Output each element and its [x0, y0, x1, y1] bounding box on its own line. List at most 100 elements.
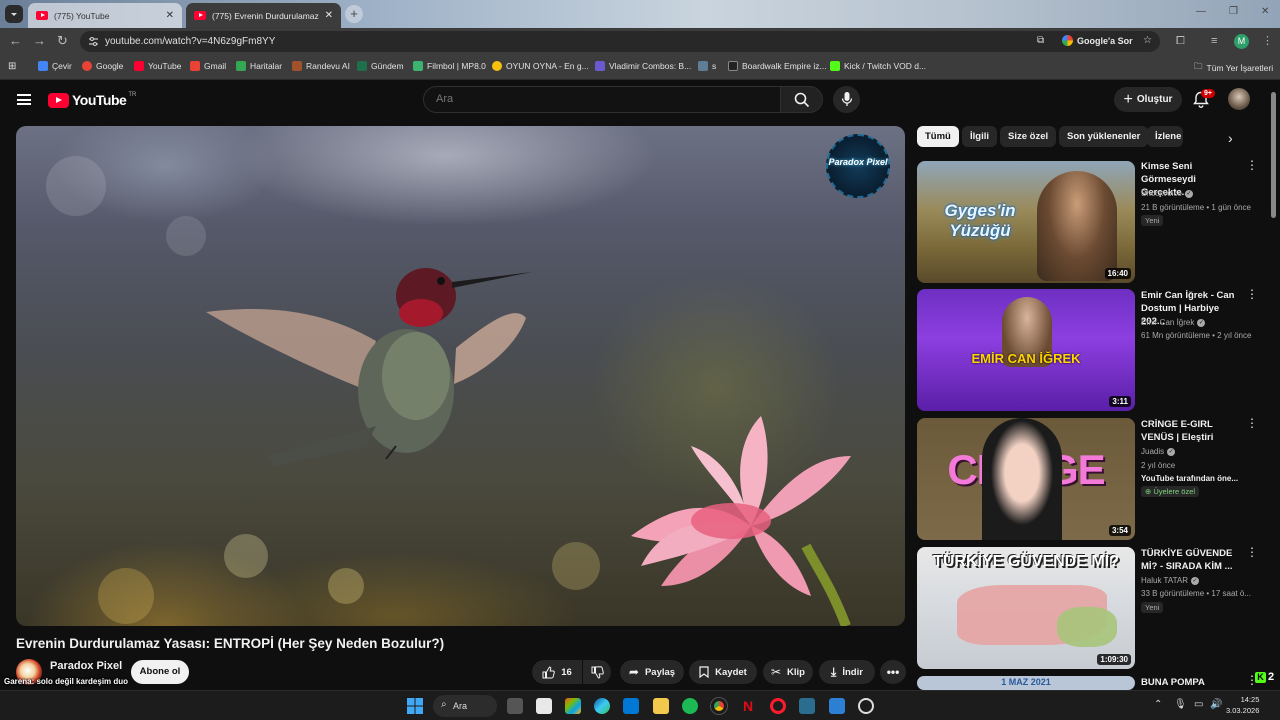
site-settings-icon[interactable]	[88, 36, 99, 47]
copilot-icon[interactable]	[565, 698, 581, 714]
bookmark-item[interactable]: Çevir	[38, 61, 72, 71]
bookmark-item[interactable]: Filmbol | MP8.0	[413, 61, 486, 71]
recommendation-channel[interactable]: Haluk TATAR ✓	[1141, 576, 1199, 585]
tab-search-button[interactable]	[5, 5, 23, 23]
back-icon[interactable]: ←	[9, 34, 22, 48]
more-vertical-icon[interactable]: ⋮	[1246, 546, 1258, 558]
clip-button[interactable]: ✂ Klip	[763, 660, 813, 684]
more-vertical-icon[interactable]: ⋮	[1246, 674, 1258, 686]
bookmark-item[interactable]: Boardwalk Empire iz...	[728, 61, 827, 71]
cast-icon[interactable]: ⧉	[1037, 35, 1044, 46]
ask-google-button[interactable]: Google'a Sor	[1062, 35, 1133, 46]
profile-avatar[interactable]: M	[1234, 34, 1249, 49]
address-bar[interactable]: youtube.com/watch?v=4N6z9gFm8YY ⧉ Google…	[80, 31, 1160, 52]
more-vertical-icon[interactable]: ⋮	[1246, 159, 1258, 171]
recommendation-thumbnail[interactable]: 1 MAZ 2021	[917, 676, 1135, 690]
hamburger-menu-icon[interactable]	[17, 94, 31, 105]
dislike-button[interactable]	[583, 660, 611, 684]
new-tab-button[interactable]: +	[345, 5, 363, 23]
minimize-icon[interactable]: —	[1196, 6, 1206, 17]
extensions-icon[interactable]: ⧠	[1176, 34, 1185, 48]
tab-current-video[interactable]: (775) Evrenin Durdurulamaz Ya ✕	[186, 3, 341, 28]
bookmark-item[interactable]: s	[698, 61, 716, 71]
recommendation-thumbnail[interactable]: TÜRKİYE GÜVENDE Mİ? 1:09:30	[917, 547, 1135, 669]
voice-search-button[interactable]	[833, 86, 860, 113]
page-scrollbar[interactable]	[1271, 92, 1276, 218]
file-explorer-icon[interactable]	[653, 698, 669, 714]
close-tab-icon[interactable]: ✕	[325, 10, 333, 21]
subscribe-button[interactable]: Abone ol	[131, 660, 189, 684]
settings-app-icon[interactable]	[858, 698, 874, 714]
chip-watched[interactable]: İzlene	[1147, 126, 1183, 147]
bookmark-item[interactable]: Haritalar	[236, 61, 282, 71]
create-button[interactable]: + Oluştur	[1114, 87, 1182, 112]
recommendation-channel[interactable]: Emir Can İğrek ✓	[1141, 318, 1206, 327]
task-view-icon[interactable]	[507, 698, 523, 714]
system-clock[interactable]: 14:25 3.03.2026	[1226, 694, 1259, 716]
video-player[interactable]: Paradox Pixel	[16, 126, 905, 626]
volume-icon[interactable]: 🔊	[1210, 699, 1222, 710]
save-button[interactable]: Kaydet	[689, 660, 757, 684]
chevron-up-icon[interactable]: ⌃	[1154, 699, 1162, 710]
channel-watermark[interactable]: Paradox Pixel	[826, 134, 890, 198]
kick-notification[interactable]: K 2	[1255, 671, 1274, 683]
reading-list-icon[interactable]: ≡	[1211, 34, 1217, 48]
recommendation-channel[interactable]: Shockvoice ✓	[1141, 189, 1193, 198]
close-window-icon[interactable]: ✕	[1261, 6, 1269, 17]
search-field[interactable]	[423, 86, 781, 113]
bookmark-item[interactable]: Kick / Twitch VOD d...	[830, 61, 926, 71]
windows-start-icon[interactable]	[407, 698, 423, 714]
channel-name[interactable]: Paradox Pixel	[50, 660, 122, 672]
tab-youtube-home[interactable]: (775) YouTube ✕	[28, 3, 182, 28]
store-icon[interactable]	[623, 698, 639, 714]
edge-icon[interactable]	[594, 698, 610, 714]
download-button[interactable]: ⤓ İndir	[819, 660, 875, 684]
chrome-icon[interactable]	[711, 698, 727, 714]
more-vertical-icon[interactable]: ⋮	[1246, 417, 1258, 429]
bookmark-item[interactable]: Gmail	[190, 61, 226, 71]
bookmark-item[interactable]: OYUN OYNA - En g...	[492, 61, 589, 71]
recommendation-thumbnail[interactable]: CRINGE 3:54	[917, 418, 1135, 540]
forward-icon[interactable]: →	[33, 34, 46, 48]
restore-icon[interactable]: ❐	[1229, 6, 1238, 17]
more-menu-icon[interactable]: ⋮	[1262, 34, 1273, 48]
bookmark-item[interactable]: YouTube	[134, 61, 181, 71]
search-button[interactable]	[781, 86, 823, 113]
bookmark-star-icon[interactable]: ☆	[1143, 35, 1152, 46]
apps-grid-icon[interactable]: ⊞	[8, 61, 16, 72]
remote-app-icon[interactable]	[799, 698, 815, 714]
opera-icon[interactable]	[770, 698, 786, 714]
more-actions-button[interactable]: •••	[880, 660, 906, 684]
bookmark-item[interactable]: Gündem	[357, 61, 404, 71]
netflix-icon[interactable]: N	[740, 698, 756, 714]
bookmark-item[interactable]: Google	[82, 61, 123, 71]
all-bookmarks-folder[interactable]: 🗀 Tüm Yer İşaretleri	[1194, 61, 1273, 75]
chevron-right-icon[interactable]: ›	[1228, 130, 1233, 146]
spotify-icon[interactable]	[682, 698, 698, 714]
recommendation-title[interactable]: CRİNGE E-GIRL VENÜS | Eleştiri	[1141, 418, 1241, 444]
taskbar-search[interactable]: ⌕ Ara	[433, 695, 497, 717]
chip-recently-uploaded[interactable]: Son yüklenenler	[1059, 126, 1149, 147]
share-button[interactable]: ➦ Paylaş	[620, 660, 684, 684]
chip-for-you[interactable]: Size özel	[1000, 126, 1057, 147]
recommendation-title[interactable]: TÜRKİYE GÜVENDE Mİ? - SIRADA KİM ...	[1141, 547, 1241, 573]
close-tab-icon[interactable]: ✕	[166, 10, 174, 21]
chip-related[interactable]: İlgili	[962, 126, 997, 147]
notes-app-icon[interactable]	[829, 698, 845, 714]
network-icon[interactable]: ▭	[1194, 699, 1203, 710]
recommendation-thumbnail[interactable]: EMİR CAN İĞREK 3:11	[917, 289, 1135, 411]
recommendation-thumbnail[interactable]: Gyges'in Yüzüğü 16:40	[917, 161, 1135, 283]
bookmark-item[interactable]: Vladimir Combos: B...	[595, 61, 691, 71]
bookmark-item[interactable]: Randevu AI	[292, 61, 350, 71]
search-input[interactable]	[424, 87, 780, 111]
recommendation-title[interactable]: BUNA POMPA	[1141, 676, 1241, 689]
account-avatar[interactable]	[1228, 88, 1250, 110]
reload-icon[interactable]: ↻	[57, 34, 68, 48]
microphone-tray-icon[interactable]: 🎙	[1174, 699, 1187, 710]
youtube-logo[interactable]: YouTube TR	[48, 92, 136, 108]
like-button[interactable]: 16	[532, 660, 582, 684]
recommendation-channel[interactable]: Juadis ✓	[1141, 447, 1176, 456]
widgets-icon[interactable]	[536, 698, 552, 714]
more-vertical-icon[interactable]: ⋮	[1246, 288, 1258, 300]
chip-all[interactable]: Tümü	[917, 126, 959, 147]
